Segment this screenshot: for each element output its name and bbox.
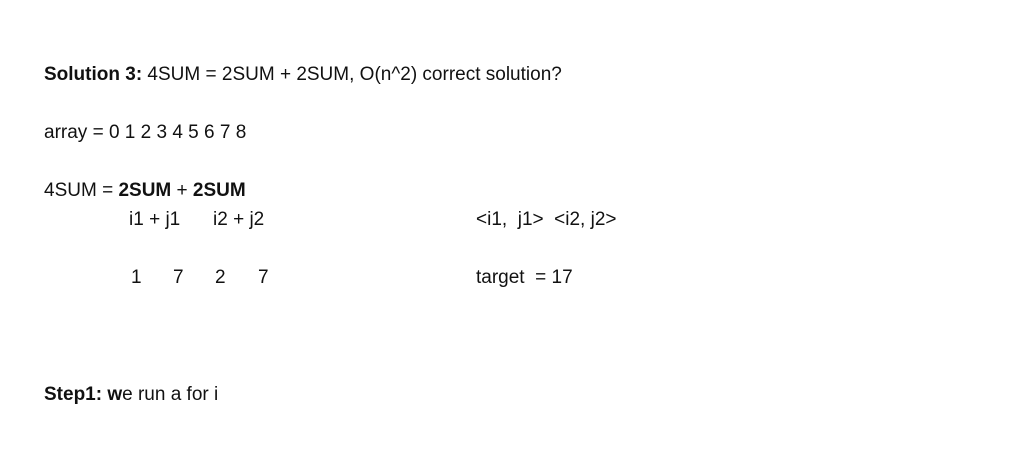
formula-left-term: 2SUM bbox=[118, 180, 172, 201]
formula-prefix: 4SUM = bbox=[44, 180, 119, 201]
formula-line: 4SUM = 2SUM + 2SUM bbox=[44, 180, 246, 202]
target-label: target = 17 bbox=[476, 267, 573, 288]
solution-text: 4SUM = 2SUM + 2SUM, O(n^2) correct solut… bbox=[142, 64, 562, 85]
array-line: array = 0 1 2 3 4 5 6 7 8 bbox=[44, 122, 247, 143]
indices-right: i2 + j2 bbox=[213, 209, 265, 230]
pairs-label: <i1, j1> <i2, j2> bbox=[476, 209, 617, 230]
formula-plus: + bbox=[171, 180, 193, 201]
step-label: Step1: w bbox=[44, 384, 123, 405]
step-line: Step1: we run a for i bbox=[44, 384, 218, 406]
formula-right-term: 2SUM bbox=[192, 180, 246, 201]
step-text: e run a for i bbox=[122, 384, 219, 405]
value-i1: 1 bbox=[131, 267, 142, 288]
value-j1: 7 bbox=[173, 267, 184, 288]
solution-title: Solution 3: 4SUM = 2SUM + 2SUM, O(n^2) c… bbox=[44, 64, 562, 86]
value-j2: 7 bbox=[258, 267, 269, 288]
solution-label: Solution 3: bbox=[44, 64, 143, 85]
value-i2: 2 bbox=[215, 267, 226, 288]
indices-left: i1 + j1 bbox=[129, 209, 181, 230]
